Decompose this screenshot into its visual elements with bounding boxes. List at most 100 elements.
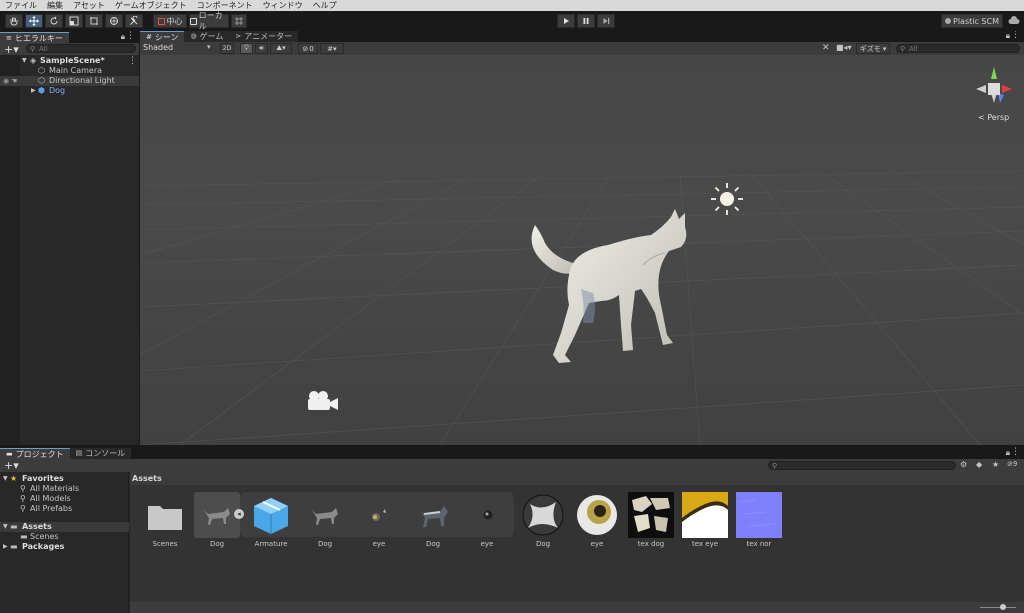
lighting-toggle-button[interactable]: 💡︎ <box>240 43 253 54</box>
more-options-icon[interactable]: ⋮ <box>1011 447 1020 457</box>
expand-arrow-icon[interactable]: ▼ <box>22 56 27 66</box>
asset-tile-eye-material[interactable] <box>574 492 620 538</box>
collapse-arrow-icon[interactable]: ◂ <box>234 509 244 519</box>
grid-snap-button[interactable] <box>231 14 247 28</box>
perspective-label[interactable]: < Persp <box>978 113 1009 122</box>
audio-toggle-button[interactable]: 🔊︎ <box>255 43 268 54</box>
asset-tile-dog-mesh-2[interactable] <box>410 492 456 538</box>
asset-tile-tex-eye[interactable] <box>682 492 728 538</box>
visibility-eye-icon[interactable]: ◉ <box>3 76 9 86</box>
tab-project[interactable]: ▬ プロジェクト <box>0 448 70 459</box>
camera-gizmo-icon[interactable] <box>305 390 339 412</box>
assets-folder-row[interactable]: ▼ ▬ Assets <box>0 522 129 532</box>
sun-icon[interactable] <box>710 182 744 216</box>
hierarchy-item-directional-light[interactable]: ◉ ☚ ⬡ Directional Light <box>0 76 139 86</box>
grid-dropdown[interactable]: #▾ <box>320 43 344 54</box>
more-options-icon[interactable]: ⋮ <box>1011 31 1020 40</box>
scene-search-input[interactable]: ⚲ All <box>896 44 1020 53</box>
favorite-item[interactable]: ⚲ All Models <box>0 494 129 504</box>
menu-gameobject[interactable]: ゲームオブジェクト <box>110 0 192 11</box>
gameobject-cube-icon: ⬡ <box>38 76 45 85</box>
asset-tile-dog-material[interactable] <box>520 492 566 538</box>
folder-item-scenes[interactable]: ▬ Scenes <box>0 532 129 542</box>
more-options-icon[interactable]: ⋮ <box>126 31 135 41</box>
menu-edit[interactable]: 編集 <box>42 0 68 11</box>
rect-tool-button[interactable] <box>85 14 103 28</box>
hand-tool-button[interactable] <box>5 14 23 28</box>
rotate-icon <box>50 16 58 25</box>
search-by-type-icon[interactable]: ⚙ <box>960 460 967 469</box>
favorites-row[interactable]: ▼ ★ Favorites <box>0 474 129 484</box>
scene-viewport[interactable]: < Persp <box>140 55 1024 445</box>
hierarchy-item-main-camera[interactable]: ⬡ Main Camera <box>0 66 139 76</box>
asset-tile-eye-mesh[interactable] <box>356 492 402 538</box>
tab-animator[interactable]: ⋗ アニメーター <box>229 31 299 42</box>
packages-folder-row[interactable]: ▶ ▬ Packages <box>0 542 129 552</box>
menu-help[interactable]: ヘルプ <box>308 0 342 11</box>
dog-model[interactable] <box>523 205 703 375</box>
lock-icon[interactable]: 🔒︎ <box>1006 31 1010 41</box>
pivot-toggle[interactable]: 中心 <box>153 14 187 28</box>
asset-tile-tex-nor[interactable] <box>736 492 782 538</box>
hidden-objects-toggle[interactable]: ⊘ 0 <box>298 43 318 54</box>
lock-icon[interactable]: 🔒︎ <box>1006 448 1010 458</box>
hierarchy-search-input[interactable]: ⚲ All <box>26 44 136 53</box>
create-asset-icon[interactable]: +▾ <box>4 459 19 472</box>
shading-mode-dropdown[interactable]: Shaded <box>143 43 173 52</box>
thumbnail-size-slider-handle[interactable] <box>1000 604 1006 610</box>
tab-scene[interactable]: # シーン <box>140 31 185 42</box>
expand-arrow-icon[interactable]: ▼ <box>3 474 8 484</box>
step-button[interactable] <box>597 14 615 28</box>
add-icon[interactable]: +▾ <box>4 43 19 56</box>
asset-tile-dog-model[interactable] <box>194 492 240 538</box>
expand-arrow-icon[interactable]: ▼ <box>3 522 8 532</box>
expand-arrow-icon[interactable]: ▶ <box>3 542 8 552</box>
tools-wrench-icon[interactable]: ✕ <box>822 43 830 53</box>
custom-tool-button[interactable] <box>125 14 143 28</box>
thumbnail-size-slider[interactable] <box>980 607 1016 608</box>
favorite-item[interactable]: ⚲ All Materials <box>0 484 129 494</box>
pause-button[interactable] <box>577 14 595 28</box>
tab-hierarchy[interactable]: ≡ ヒエラルキー <box>0 32 69 43</box>
cloud-icon[interactable] <box>1008 16 1020 28</box>
menu-window[interactable]: ウィンドウ <box>258 0 308 11</box>
rotate-tool-button[interactable] <box>45 14 63 28</box>
hierarchy-scene-row[interactable]: ▼ ◈ SampleScene* ⋮ <box>0 56 139 66</box>
orientation-gizmo[interactable] <box>972 63 1016 109</box>
menu-file[interactable]: ファイル <box>0 0 42 11</box>
play-button[interactable] <box>557 14 575 28</box>
search-icon: ⚲ <box>900 45 906 53</box>
space-toggle[interactable]: ローカル <box>189 11 229 31</box>
gizmos-dropdown[interactable]: ギズモ ▾ <box>856 43 890 54</box>
asset-tile-dog-mesh[interactable] <box>302 492 348 538</box>
2d-toggle-button[interactable]: 2D <box>220 43 234 54</box>
hierarchy-item-dog[interactable]: ▶ ⬢ Dog <box>0 86 139 96</box>
scale-tool-button[interactable] <box>65 14 83 28</box>
hidden-packages-toggle[interactable]: ⊘9 <box>1007 460 1017 468</box>
plastic-scm-button[interactable]: Plastic SCM <box>941 14 1003 28</box>
favorite-item[interactable]: ⚲ All Prefabs <box>0 504 129 514</box>
asset-tile-eye-mesh-2[interactable] <box>464 492 510 538</box>
scene-search-placeholder: All <box>909 45 918 53</box>
lock-icon[interactable]: 🔒︎ <box>121 32 125 42</box>
scene-more-icon[interactable]: ⋮ <box>128 56 137 66</box>
pickable-hand-icon[interactable]: ☚ <box>11 76 17 86</box>
label-icon[interactable]: ◆ <box>976 460 982 469</box>
transform-tool-button[interactable] <box>105 14 123 28</box>
tab-console[interactable]: ▤ コンソール <box>69 448 132 459</box>
folder-icon: ▬ <box>6 449 13 458</box>
move-tool-button[interactable] <box>25 14 43 28</box>
menu-assets[interactable]: アセット <box>68 0 110 11</box>
asset-tile-tex-dog[interactable] <box>628 492 674 538</box>
tab-game-label: ゲーム <box>199 32 224 41</box>
project-search-input[interactable]: ⚲ <box>768 461 956 470</box>
asset-tile-scenes[interactable] <box>142 492 188 538</box>
asset-tile-armature[interactable] <box>248 492 294 538</box>
effects-dropdown[interactable]: ⛰▾ <box>270 43 292 54</box>
asset-breadcrumb[interactable]: Assets <box>130 472 1024 485</box>
tab-game[interactable]: ◍ ゲーム <box>184 31 230 42</box>
expand-arrow-icon[interactable]: ▶ <box>31 86 36 96</box>
camera-dropdown-icon[interactable]: ■◂▾ <box>836 43 852 52</box>
favorite-star-icon[interactable]: ★ <box>992 460 999 469</box>
effects-icon: ⛰▾ <box>276 44 286 52</box>
